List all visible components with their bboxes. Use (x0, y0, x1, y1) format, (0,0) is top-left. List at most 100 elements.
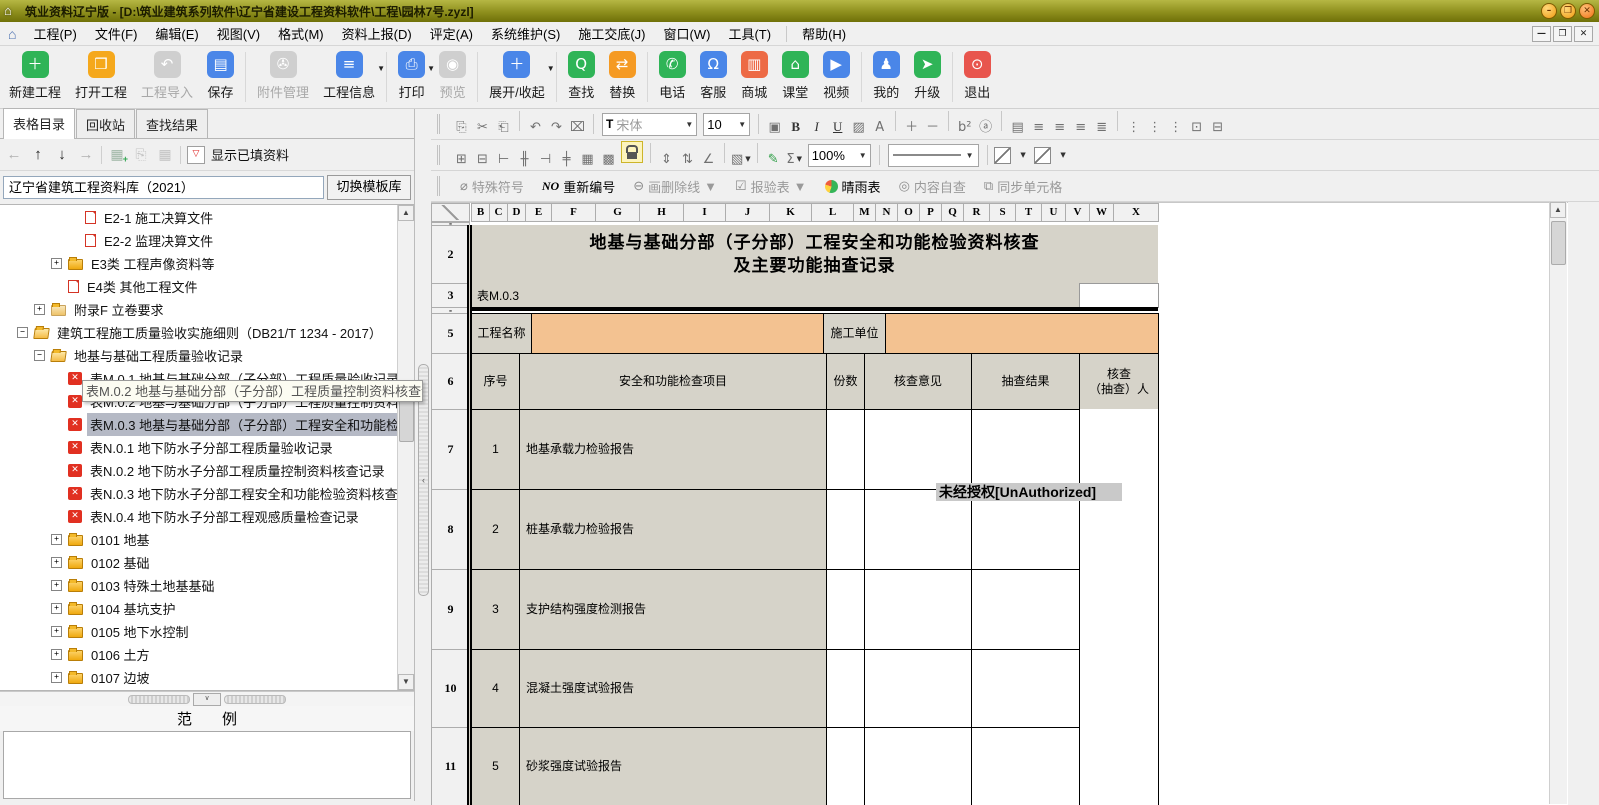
row-header-7[interactable]: 7 (431, 409, 470, 490)
template-library-select[interactable]: 辽宁省建筑工程资料库（2021） (3, 176, 324, 199)
row-header-11[interactable]: 11 (431, 727, 470, 805)
column-header-O[interactable]: O (897, 203, 920, 222)
formcode-right-cell[interactable] (1079, 283, 1159, 308)
undo-button[interactable]: ↶ (526, 117, 545, 138)
tree-expander-icon[interactable]: − (34, 350, 45, 361)
move-left-icon[interactable]: ← (5, 146, 23, 163)
tree-item[interactable]: ✕表N.0.3 地下防水子分部工程安全和功能检验资料核查记 (0, 482, 398, 505)
sum-button[interactable]: Σ▼ (785, 149, 804, 170)
toolbar-print-button[interactable]: ⎙▼打印 (391, 46, 432, 108)
align-right-button[interactable]: ≡ (1071, 117, 1090, 138)
tree-item[interactable]: +附录F 立卷要求 (0, 298, 398, 321)
tree-item[interactable]: +0103 特殊土地基基础 (0, 574, 398, 597)
copies-cell[interactable] (826, 649, 865, 728)
valign-bottom-button[interactable]: ⋮ (1166, 117, 1185, 138)
tree-item[interactable]: +0107 边坡 (0, 666, 398, 689)
toolbar-upgrade-button[interactable]: ➤升级 (907, 46, 948, 108)
column-header-H[interactable]: H (639, 203, 684, 222)
tree-expander-icon[interactable]: + (51, 626, 62, 637)
check-opinion-cell[interactable] (864, 489, 972, 570)
column-header-B[interactable]: B (471, 203, 490, 222)
tree-expander-icon[interactable]: + (51, 603, 62, 614)
font-family-select[interactable]: T 宋体 ▼ (602, 113, 697, 136)
tree-item[interactable]: +0102 基础 (0, 551, 398, 574)
tab-search-results[interactable]: 查找结果 (136, 109, 208, 138)
copies-cell[interactable] (826, 727, 865, 805)
check-opinion-cell[interactable] (864, 409, 972, 490)
check-item-cell[interactable]: 支护结构强度检测报告 (519, 569, 827, 650)
row-header-10[interactable]: 10 (431, 649, 470, 728)
menu-item-0[interactable]: 工程(P) (24, 21, 85, 46)
align-left-button[interactable]: ≡ (1029, 117, 1048, 138)
font-color-button[interactable]: A (870, 117, 889, 138)
clear-format-button[interactable]: ⌧ (568, 117, 587, 138)
border-box-dropdown[interactable]: ▼ (1053, 145, 1072, 166)
row-header-3[interactable]: 3 (431, 283, 470, 308)
toolbar-new-project-button[interactable]: ＋新建工程 (2, 46, 68, 108)
scroll-up-icon[interactable]: ▲ (398, 205, 414, 221)
menu-item-7[interactable]: 系统维护(S) (482, 21, 569, 46)
check-opinion-cell[interactable] (864, 727, 972, 805)
italic-button[interactable]: I (807, 116, 826, 137)
copies-cell[interactable] (826, 489, 865, 570)
restore-icon[interactable]: ❐ (1560, 3, 1576, 19)
chevron-down-icon[interactable]: ▼ (797, 155, 802, 163)
toolbar-store-button[interactable]: ▥商城 (734, 46, 775, 108)
align-doc-button[interactable]: ▤ (1008, 117, 1027, 138)
tree-expander-icon[interactable]: + (51, 580, 62, 591)
row-header-2[interactable]: 2 (431, 225, 470, 284)
copies-cell[interactable] (826, 569, 865, 650)
column-header-T[interactable]: T (1015, 203, 1042, 222)
menu-item-1[interactable]: 文件(F) (86, 21, 147, 46)
check-item-cell[interactable]: 桩基承载力检验报告 (519, 489, 827, 570)
text-direction-button[interactable]: ∠ (699, 149, 718, 170)
row-header-8[interactable]: 8 (431, 489, 470, 570)
tree-item[interactable]: −地基与基础工程质量验收记录 (0, 344, 398, 367)
spot-check-result-cell[interactable] (971, 409, 1080, 490)
mdi-close-icon[interactable]: ✕ (1574, 26, 1593, 42)
tree-item[interactable]: −建筑工程施工质量验收实施细则（DB21/T 1234 - 2017） (0, 321, 398, 344)
tree-expander-icon[interactable]: + (51, 557, 62, 568)
column-header-P[interactable]: P (919, 203, 942, 222)
font-size-select[interactable]: 10 ▼ (703, 113, 750, 136)
chevron-down-icon[interactable]: ▼ (745, 155, 750, 163)
copies-cell[interactable] (826, 409, 865, 490)
fit-cell-button[interactable]: ⊡ (1187, 117, 1206, 138)
copy-table-icon[interactable]: ⎘ (132, 146, 150, 163)
check-opinion-cell[interactable] (864, 649, 972, 728)
minimize-icon[interactable]: – (1541, 3, 1557, 19)
filter-icon[interactable]: ▽ (187, 146, 205, 164)
column-header-E[interactable]: E (525, 203, 552, 222)
tree-expander-icon[interactable]: + (34, 304, 45, 315)
column-header-J[interactable]: J (725, 203, 770, 222)
check-item-cell[interactable]: 混凝土强度试验报告 (519, 649, 827, 728)
barometer-button[interactable]: 晴雨表 (825, 177, 881, 196)
tree-item[interactable]: +E3类 工程声像资料等 (0, 252, 398, 275)
shrink-cell-button[interactable]: ⊟ (1208, 117, 1227, 138)
copy-button[interactable]: ⎘ (452, 117, 471, 138)
align-justify-button[interactable]: ≣ (1092, 117, 1111, 138)
row-spacing-down-button[interactable]: ⇅ (678, 149, 697, 170)
chevron-down-icon[interactable]: ▼ (794, 179, 807, 194)
spot-check-result-cell[interactable] (971, 727, 1080, 805)
collapse-button[interactable]: ∨ (193, 693, 221, 706)
column-header-S[interactable]: S (989, 203, 1016, 222)
tree-item[interactable]: ✕表M.0.3 地基与基础分部（子分部）工程安全和功能检 (0, 413, 398, 436)
menu-item-9[interactable]: 窗口(W) (655, 21, 720, 46)
menu-help[interactable]: 帮助(H) (793, 21, 855, 46)
format-painter-button[interactable]: ✎ (764, 149, 783, 170)
diagonal-border-icon[interactable] (994, 147, 1011, 164)
tree-expander-icon[interactable]: + (51, 672, 62, 683)
column-header-Q[interactable]: Q (941, 203, 964, 222)
row-header-6[interactable]: 6 (431, 353, 470, 410)
decrease-font-button[interactable]: － (923, 115, 942, 136)
redo-button[interactable]: ↷ (547, 117, 566, 138)
tree-item[interactable]: E2-1 施工决算文件 (0, 206, 398, 229)
column-header-I[interactable]: I (683, 203, 726, 222)
tree-scrollbar[interactable]: ▲ ▼ (397, 205, 414, 690)
menu-item-8[interactable]: 施工交底(J) (569, 21, 654, 46)
toolbar-exit-button[interactable]: ⊙退出 (957, 46, 998, 108)
switch-template-button[interactable]: 切换模板库 (327, 175, 411, 200)
chevron-down-icon[interactable]: ▼ (704, 179, 717, 194)
row-header-9[interactable]: 9 (431, 569, 470, 650)
